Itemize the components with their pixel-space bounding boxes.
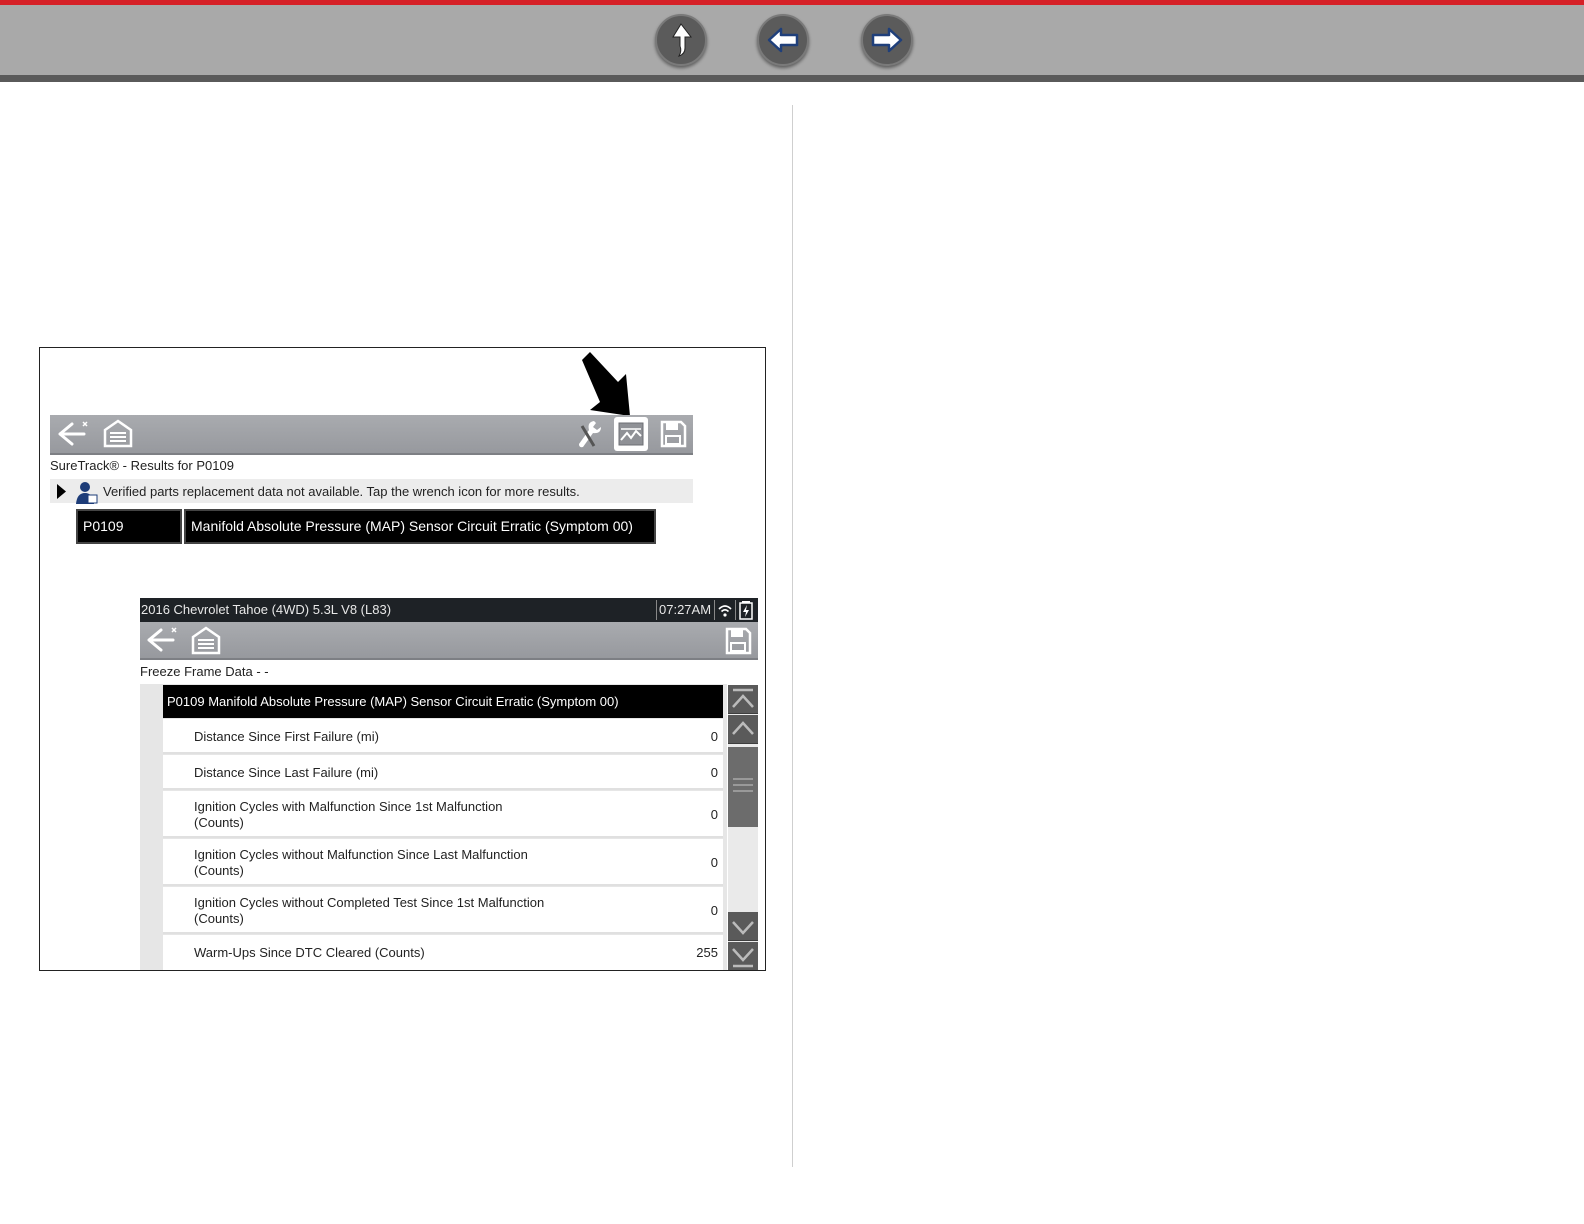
table-row[interactable]: Warm-Ups Since DTC Cleared (Counts) 255 (163, 935, 723, 970)
suretrack-results-title: SureTrack® - Results for P0109 (50, 458, 234, 473)
up-button[interactable] (655, 14, 707, 66)
parameter-value: 0 (710, 855, 718, 870)
status-bar: 2016 Chevrolet Tahoe (4WD) 5.3L V8 (L83)… (140, 598, 758, 622)
freeze-frame-icon (618, 422, 644, 446)
suretrack-toolbar (50, 415, 693, 455)
back-icon[interactable] (145, 625, 179, 655)
table-row[interactable]: Ignition Cycles without Malfunction Sinc… (163, 839, 723, 886)
scroll-down-button[interactable] (728, 912, 758, 941)
parameter-value: 0 (710, 729, 718, 744)
dtc-header-row[interactable]: P0109 Manifold Absolute Pressure (MAP) S… (163, 685, 723, 718)
table-row[interactable]: Distance Since First Failure (mi) 0 (163, 719, 723, 754)
parameter-label: Warm-Ups Since DTC Cleared (Counts) (194, 945, 425, 960)
parameter-value: 0 (710, 765, 718, 780)
grip-icon (733, 778, 753, 792)
scroll-top-icon (732, 688, 754, 708)
scrollbar[interactable] (728, 685, 758, 970)
parameter-label-unit: (Counts) (194, 815, 244, 830)
callout-arrow-icon (582, 352, 630, 416)
column-divider (792, 105, 793, 1167)
parameter-label: Ignition Cycles with Malfunction Since 1… (194, 799, 503, 814)
scroll-bottom-button[interactable] (728, 942, 758, 970)
dtc-code-cell[interactable]: P0109 (76, 509, 182, 544)
top-navigation-bar (0, 0, 1584, 82)
nav-bar-bottom-border (0, 75, 1584, 82)
suretrack-message: Verified parts replacement data not avai… (103, 484, 580, 499)
home-garage-icon[interactable] (190, 625, 222, 655)
parameter-label: Distance Since Last Failure (mi) (194, 765, 379, 780)
table-row[interactable]: Ignition Cycles without Completed Test S… (163, 887, 723, 934)
parameter-label: Distance Since First Failure (mi) (194, 729, 379, 744)
back-arrow-icon (767, 27, 799, 53)
screenshot-figure: SureTrack® - Results for P0109 Verified … (39, 347, 766, 971)
previous-page-button[interactable] (757, 14, 809, 66)
save-icon[interactable] (659, 419, 687, 449)
home-garage-icon[interactable] (102, 418, 134, 448)
parameter-value: 255 (696, 945, 718, 960)
wrench-icon[interactable] (574, 418, 604, 450)
parameter-label: Ignition Cycles without Malfunction Sinc… (194, 847, 528, 862)
parameter-value: 0 (710, 807, 718, 822)
up-arrow-icon (672, 23, 693, 57)
save-icon[interactable] (724, 626, 752, 656)
parameter-label-unit: (Counts) (194, 863, 244, 878)
parameter-value: 0 (710, 903, 718, 918)
battery-icon (739, 601, 753, 620)
chevron-down-icon (732, 921, 754, 935)
forward-arrow-icon (871, 27, 903, 53)
table-row[interactable]: Ignition Cycles with Malfunction Since 1… (163, 791, 723, 838)
table-row[interactable]: Distance Since Last Failure (mi) 0 (163, 755, 723, 790)
scroll-bottom-icon (732, 948, 754, 968)
scroll-top-button[interactable] (728, 685, 758, 714)
scroll-thumb[interactable] (728, 747, 758, 827)
accent-line (0, 0, 1584, 5)
next-page-button[interactable] (861, 14, 913, 66)
scroll-up-button[interactable] (728, 715, 758, 744)
status-separator (735, 600, 736, 620)
freeze-frame-title: Freeze Frame Data - - (140, 664, 269, 679)
clock: 07:27AM (659, 602, 712, 617)
parameter-label: Ignition Cycles without Completed Test S… (194, 895, 545, 910)
parameter-label-unit: (Counts) (194, 911, 244, 926)
wifi-icon (718, 605, 732, 617)
dtc-description-cell[interactable]: Manifold Absolute Pressure (MAP) Sensor … (184, 509, 656, 544)
status-separator (656, 600, 657, 620)
expand-triangle-icon[interactable] (56, 484, 66, 499)
status-separator (714, 600, 715, 620)
freeze-frame-toolbar (140, 622, 758, 660)
chevron-up-icon (732, 721, 754, 735)
freeze-frame-button[interactable] (614, 417, 648, 451)
technician-icon (76, 482, 98, 504)
back-icon[interactable] (56, 419, 90, 449)
vehicle-id: 2016 Chevrolet Tahoe (4WD) 5.3L V8 (L83) (141, 602, 392, 617)
